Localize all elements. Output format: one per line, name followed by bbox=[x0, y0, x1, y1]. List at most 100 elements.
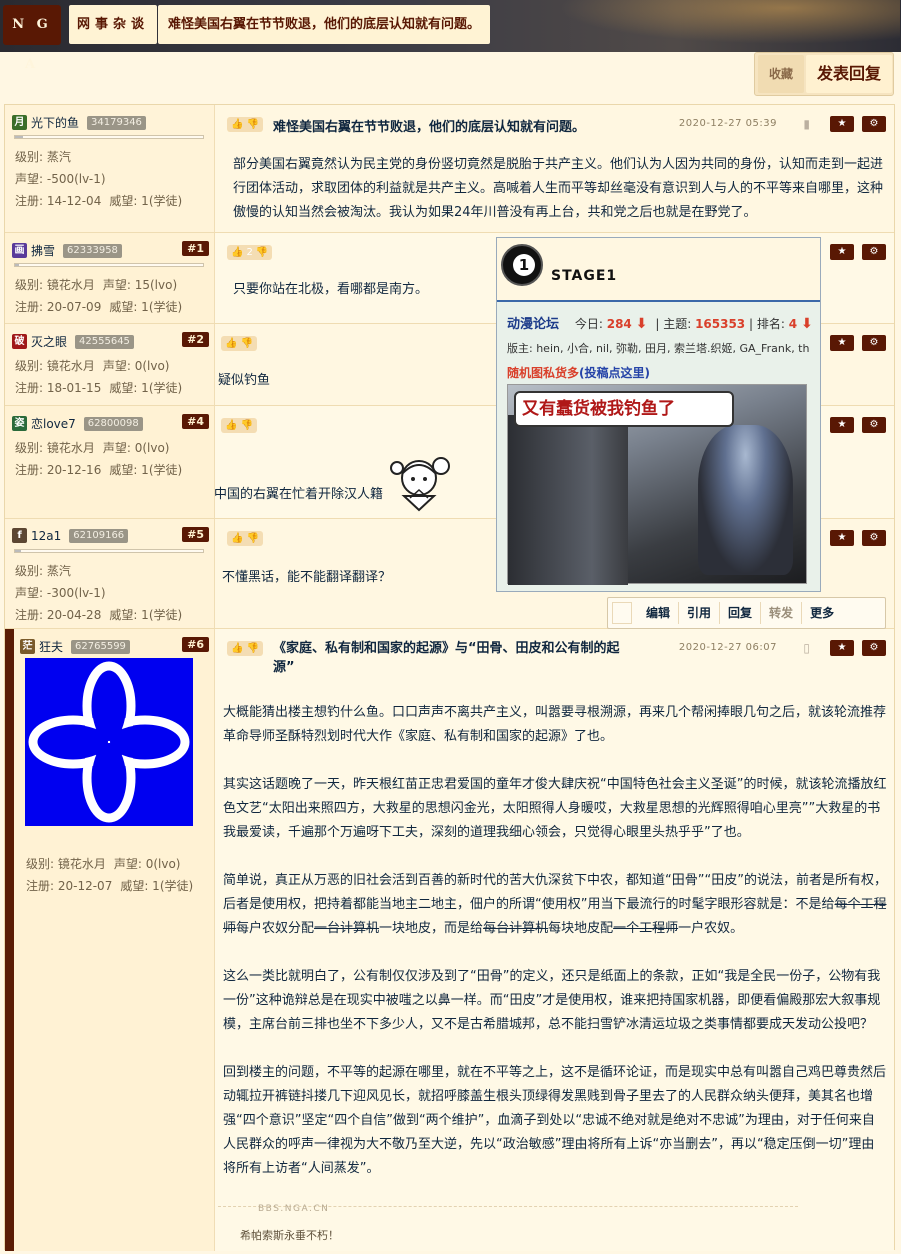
quote-button[interactable]: 引用 bbox=[679, 602, 721, 624]
gear-icon[interactable]: ⚙ bbox=[862, 116, 886, 132]
forum-preview-popup[interactable]: 1 STAGE1 动漫论坛 今日: 284 ⬇ | 主题: 165353 | 排名… bbox=[496, 237, 821, 592]
star-icon[interactable]: ★ bbox=[830, 116, 854, 132]
username[interactable]: 光下的鱼 bbox=[31, 114, 79, 131]
vote-buttons[interactable]: 👍 👎 bbox=[227, 641, 263, 656]
android-icon: ▮ bbox=[803, 117, 810, 131]
breadcrumb-thread[interactable]: 难怪美国右翼在节节败退，他们的底层认知就有问题。 bbox=[158, 5, 491, 44]
edit-button[interactable]: 编辑 bbox=[638, 602, 680, 624]
user-level-line: 级别: 镜花水月 声望: 0(lvo) bbox=[15, 439, 170, 456]
thumbs-up-icon[interactable]: 👍 bbox=[231, 119, 243, 130]
floor-number[interactable]: #2 bbox=[182, 332, 209, 347]
text-run: 简单说，真正从万恶的旧社会活到百善的新时代的苦大仇深贫下中农，都知道“田骨”“田… bbox=[223, 873, 887, 912]
username[interactable]: 恋love7 bbox=[31, 415, 76, 432]
thumbs-down-icon[interactable]: 👎 bbox=[246, 119, 258, 130]
forum-name[interactable]: 动漫论坛 bbox=[507, 317, 559, 332]
random-pic-label[interactable]: 随机图私货多 bbox=[507, 366, 579, 380]
paragraph: 大概能猜出楼主想钓什么鱼。口口声声不离共产主义，叫嚣要寻根溯源，再来几个帮闲捧眼… bbox=[223, 705, 887, 744]
floor-number[interactable]: #5 bbox=[182, 527, 209, 542]
level-progress bbox=[14, 549, 204, 553]
gear-icon[interactable]: ⚙ bbox=[862, 244, 886, 260]
star-icon[interactable]: ★ bbox=[830, 335, 854, 351]
user-avatar-icon[interactable]: 茫 bbox=[20, 639, 35, 654]
more-button[interactable]: 更多 bbox=[802, 602, 842, 624]
vote-buttons[interactable]: 👍 👎 bbox=[221, 418, 257, 433]
thumbs-down-icon[interactable]: 👎 bbox=[240, 338, 252, 349]
username[interactable]: 12a1 bbox=[31, 529, 61, 543]
post-content-area: 👍 👎 《家庭、私有制和国家的起源》与“田骨、田皮和公有制的起 源” 2020-12… bbox=[215, 629, 894, 1251]
user-id-badge[interactable]: 42555645 bbox=[75, 334, 134, 349]
user-fame: 声望: -300(lv-1) bbox=[15, 586, 106, 600]
post-operations-bar: 编辑 引用 回复 转发 更多 bbox=[607, 597, 886, 629]
user-id-badge[interactable]: 62109166 bbox=[69, 528, 129, 543]
chibi-sticker-icon bbox=[390, 457, 450, 512]
user-id-badge[interactable]: 62800098 bbox=[83, 416, 143, 431]
paragraph: 这么一类比就明白了，公有制仅仅涉及到了“田骨”的定义，还只是纸面上的条款，正如“… bbox=[223, 969, 881, 1032]
post-body: 疑似钓鱼 bbox=[218, 373, 271, 388]
user-level: 级别: 蒸汽 bbox=[15, 564, 71, 578]
user-avatar-image[interactable] bbox=[25, 658, 193, 826]
forum-card: 动漫论坛 今日: 284 ⬇ | 主题: 165353 | 排名: 4 ⬇ 版主: … bbox=[497, 300, 820, 591]
star-icon[interactable]: ★ bbox=[830, 417, 854, 433]
thumbs-down-icon[interactable]: 👎 bbox=[240, 420, 252, 431]
meme-caption: 又有蠢货被我钓鱼了 bbox=[514, 391, 734, 427]
gear-icon[interactable]: ⚙ bbox=[862, 640, 886, 656]
user-avatar-icon[interactable]: 月 bbox=[12, 115, 27, 130]
down-arrow-icon: ⬇ bbox=[635, 316, 648, 332]
thumbs-up-icon[interactable]: 👍 bbox=[225, 338, 237, 349]
star-icon[interactable]: ★ bbox=[830, 530, 854, 546]
nga-logo[interactable]: N G A bbox=[3, 5, 61, 72]
username[interactable]: 拂雪 bbox=[31, 242, 55, 259]
thumbs-up-icon[interactable]: 👍 bbox=[225, 420, 237, 431]
floor-number[interactable]: #4 bbox=[182, 414, 209, 429]
thumbs-up-icon[interactable]: 👍 bbox=[231, 247, 243, 258]
user-panel: 破 灭之眼 42555645 #2 级别: 镜花水月 声望: 0(lvo) 注册:… bbox=[5, 324, 215, 405]
user-id-badge[interactable]: 34179346 bbox=[87, 115, 146, 130]
star-icon[interactable]: ★ bbox=[830, 244, 854, 260]
vote-buttons[interactable]: 👍 👎 bbox=[221, 336, 257, 351]
random-meme-image[interactable]: 又有蠢货被我钓鱼了 bbox=[507, 384, 807, 585]
star-icon[interactable]: ★ bbox=[830, 640, 854, 656]
favorite-button[interactable]: 收藏 bbox=[758, 55, 804, 93]
user-avatar-icon[interactable]: f bbox=[12, 528, 27, 543]
user-id-badge[interactable]: 62333958 bbox=[63, 243, 122, 258]
user-id-badge[interactable]: 62765599 bbox=[71, 639, 130, 654]
floor-number[interactable]: #1 bbox=[182, 241, 209, 256]
forward-button[interactable]: 转发 bbox=[761, 602, 803, 624]
vote-buttons[interactable]: 👍 👎 bbox=[227, 117, 263, 132]
struck-text: 一台计算机 bbox=[314, 921, 380, 936]
post-body: 大概能猜出楼主想钓什么鱼。口口声声不离共产主义，叫嚣要寻根溯源，再来几个帮闲捧眼… bbox=[223, 701, 887, 1181]
user-panel: f 12a1 62109166 #5 级别: 蒸汽 声望: -300(lv-1)… bbox=[5, 519, 215, 628]
post-body: 部分美国右翼竟然认为民主党的身份竖切竟然是脱胎于共产主义。他们认为人因为共同的身… bbox=[233, 157, 884, 220]
user-reg-line: 注册: 20-12-07 威望: 1(学徒) bbox=[26, 877, 193, 894]
thumbs-down-icon[interactable]: 👎 bbox=[246, 643, 258, 654]
gear-icon[interactable]: ⚙ bbox=[862, 335, 886, 351]
vote-buttons[interactable]: 👍 2 👎 bbox=[227, 245, 273, 260]
username[interactable]: 灭之眼 bbox=[31, 333, 67, 350]
rank-label: 排名: bbox=[756, 317, 785, 331]
level-progress bbox=[14, 263, 204, 267]
paragraph: 其实这话题晚了一天，昨天根红苗正忠君爱国的童年才俊大肆庆祝“中国特色社会主义圣诞… bbox=[223, 777, 887, 840]
submit-link[interactable]: (投稿点这里) bbox=[579, 366, 650, 380]
user-avatar-icon[interactable]: 姿 bbox=[12, 416, 27, 431]
thumbs-up-icon[interactable]: 👍 bbox=[231, 533, 243, 544]
struck-text: 每台计算机 bbox=[483, 921, 549, 936]
reply-button[interactable]: 发表回复 bbox=[806, 55, 892, 93]
floor-number[interactable]: #6 bbox=[182, 637, 209, 652]
thumbs-up-icon[interactable]: 👍 bbox=[231, 643, 243, 654]
gear-icon[interactable]: ⚙ bbox=[862, 417, 886, 433]
gear-icon[interactable]: ⚙ bbox=[862, 530, 886, 546]
username[interactable]: 狂夫 bbox=[39, 638, 63, 655]
user-auth: 威望: 1(学徒) bbox=[120, 879, 194, 893]
thumbs-down-icon[interactable]: 👎 bbox=[256, 247, 268, 258]
checkbox[interactable] bbox=[612, 602, 632, 624]
user-auth: 威望: 1(学徒) bbox=[109, 300, 183, 314]
thumbs-down-icon[interactable]: 👎 bbox=[246, 533, 258, 544]
reply-post-button[interactable]: 回复 bbox=[720, 602, 762, 624]
user-reg: 注册: 20-12-16 bbox=[15, 463, 102, 477]
user-avatar-icon[interactable]: 画 bbox=[12, 243, 27, 258]
user-level: 级别: 镜花水月 bbox=[26, 857, 106, 871]
breadcrumb-forum[interactable]: 网事杂谈 bbox=[69, 5, 158, 44]
vote-buttons[interactable]: 👍 👎 bbox=[227, 531, 263, 546]
user-avatar-icon[interactable]: 破 bbox=[12, 334, 27, 349]
struck-text: 一个工程师 bbox=[613, 921, 679, 936]
